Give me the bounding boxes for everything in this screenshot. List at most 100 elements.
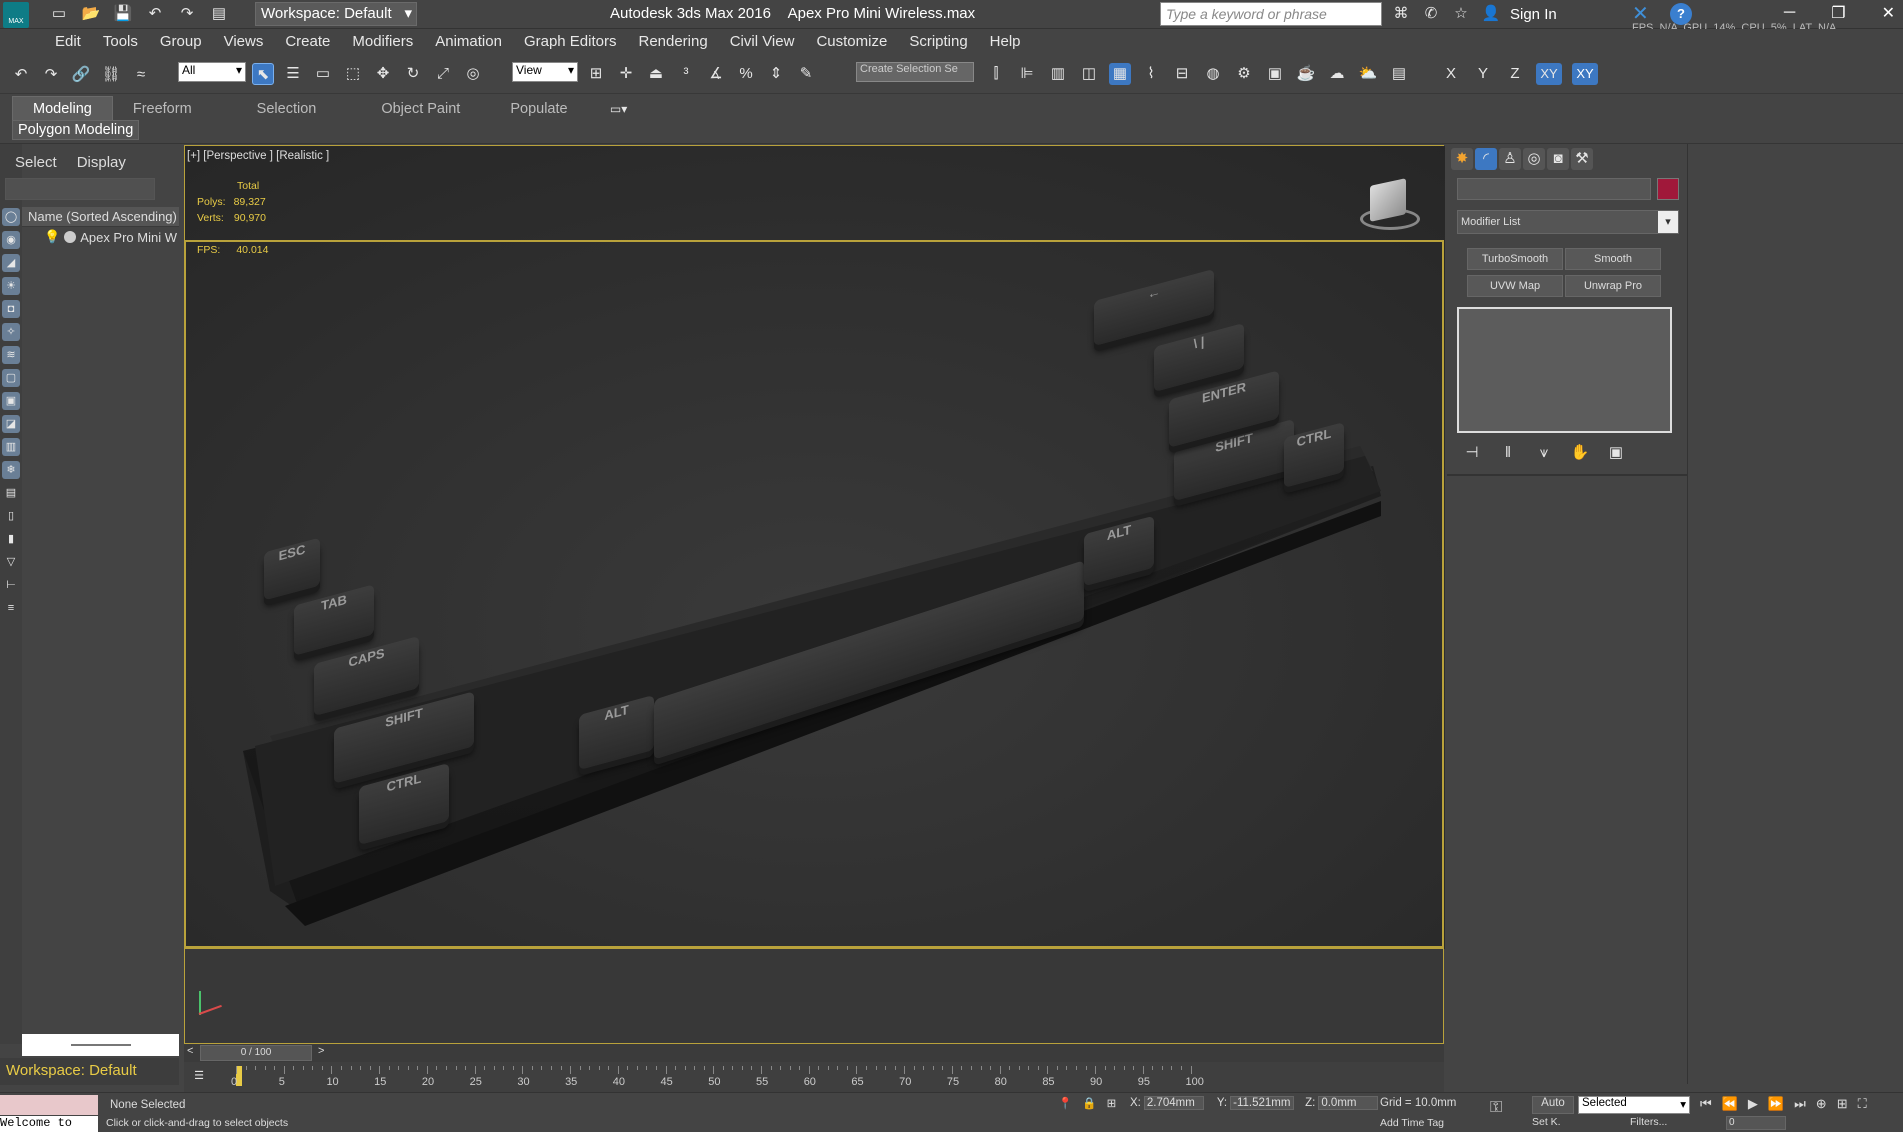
binoculars-icon[interactable]: ⌘ — [1390, 3, 1412, 25]
scene-object-row[interactable]: 💡 Apex Pro Mini W — [44, 229, 177, 245]
display-cameras-icon[interactable]: ◘ — [2, 300, 20, 318]
angle-snap-icon[interactable]: ∡ — [705, 63, 727, 85]
render-cloud-icon[interactable]: ⛅ — [1357, 63, 1379, 85]
scrollbar-thumb[interactable] — [70, 1044, 131, 1046]
window-crossing-icon[interactable]: ⬚ — [342, 63, 364, 85]
rotate-icon[interactable]: ↻ — [402, 63, 424, 85]
axis-xy-button[interactable]: XY — [1536, 63, 1562, 85]
display-all-icon[interactable]: ▤ — [2, 484, 20, 502]
turbosmooth-button-label[interactable]: TurboSmooth — [1467, 248, 1563, 270]
app-logo[interactable]: MAX — [3, 2, 29, 28]
play-icon[interactable]: ▶ — [1748, 1096, 1758, 1112]
render-toggle-icon[interactable] — [64, 231, 77, 243]
light-bulb-icon[interactable]: 💡 — [44, 229, 60, 245]
go-to-end-icon[interactable]: ⏭ — [1794, 1096, 1806, 1112]
display-spacewarps-icon[interactable]: ≋ — [2, 346, 20, 364]
select-object-icon[interactable]: ⬉ — [252, 63, 274, 85]
object-name-field[interactable] — [1457, 178, 1651, 200]
redo-icon[interactable]: ↷ — [176, 3, 198, 25]
make-unique-icon[interactable]: ⩛ — [1533, 442, 1555, 464]
align-icon[interactable]: ⊫ — [1016, 63, 1038, 85]
maximize-viewport-icon[interactable]: ⛶ — [1858, 1096, 1867, 1112]
undo-icon[interactable]: ↶ — [144, 3, 166, 25]
selection-lock-icon[interactable]: 🔒 — [1082, 1096, 1096, 1110]
menu-tools[interactable]: Tools — [103, 33, 138, 50]
viewport-label[interactable]: [+] [Perspective ] [Realistic ] — [187, 150, 329, 162]
menu-views[interactable]: Views — [224, 33, 264, 50]
time-prev-icon[interactable]: < — [187, 1045, 193, 1057]
menu-help[interactable]: Help — [990, 33, 1021, 50]
display-none-toggle-icon[interactable]: ▯ — [2, 507, 20, 525]
pivot-center-icon[interactable]: ⊞ — [585, 63, 607, 85]
motion-panel-icon[interactable]: ◎ — [1523, 148, 1545, 170]
minimize-icon[interactable]: ─ — [1784, 4, 1795, 22]
key-icon[interactable]: ⚿ — [1490, 1099, 1502, 1117]
remove-modifier-icon[interactable]: ✋ — [1569, 442, 1591, 464]
workspace-dropdown[interactable]: Workspace: Default ▾ — [255, 2, 417, 26]
axis-z-button[interactable]: Z — [1504, 63, 1526, 85]
absolute-mode-icon[interactable]: ⊞ — [1107, 1096, 1117, 1110]
modify-panel-icon[interactable]: ◜ — [1475, 148, 1497, 170]
snaps-toggle-icon[interactable]: ³ — [675, 63, 697, 85]
turbosmooth-button[interactable]: TurboSmooth — [1467, 248, 1563, 270]
layer-explorer-icon[interactable]: ◫ — [1078, 63, 1100, 85]
communication-icon[interactable]: ✆ — [1420, 3, 1442, 25]
select-by-name-icon[interactable]: ☰ — [282, 63, 304, 85]
maxscript-listener[interactable] — [0, 1095, 98, 1115]
media-browser-icon[interactable]: ▤ — [1388, 63, 1410, 85]
menu-group[interactable]: Group — [160, 33, 202, 50]
object-color-swatch[interactable] — [1657, 178, 1679, 200]
unwrap-pro-button[interactable]: Unwrap Pro — [1565, 275, 1661, 297]
polygon-modeling-panel[interactable]: Polygon Modeling — [12, 120, 140, 140]
tab-modeling[interactable]: Modeling — [12, 96, 113, 121]
pin-stack-icon[interactable]: ⊣ — [1461, 442, 1483, 464]
menu-modifiers[interactable]: Modifiers — [352, 33, 413, 50]
add-time-tag[interactable]: Add Time Tag — [1380, 1117, 1444, 1129]
zoom-icon[interactable]: ⊕ — [1816, 1096, 1827, 1112]
menu-rendering[interactable]: Rendering — [638, 33, 707, 50]
next-frame-icon[interactable]: ⏩ — [1768, 1096, 1784, 1112]
display-shapes-icon[interactable]: ◢ — [2, 254, 20, 272]
render-setup-icon[interactable]: ⚙ — [1233, 63, 1255, 85]
placement-icon[interactable]: ◎ — [462, 63, 484, 85]
modifier-list-dropdown[interactable]: Modifier List ▾ — [1457, 210, 1679, 234]
open-file-icon[interactable]: 📂 — [80, 3, 102, 25]
set-key-button[interactable]: Set K. — [1532, 1116, 1561, 1128]
display-bones-icon[interactable]: ◪ — [2, 415, 20, 433]
time-next-icon[interactable]: > — [318, 1045, 324, 1057]
axis-xy-cycle-button[interactable]: XY — [1572, 63, 1598, 85]
key-filters-button[interactable]: Filters... — [1630, 1116, 1667, 1128]
menu-civil-view[interactable]: Civil View — [730, 33, 795, 50]
rect-selection-icon[interactable]: ▭ — [312, 63, 334, 85]
move-icon[interactable]: ✥ — [372, 63, 394, 85]
time-slider[interactable]: < 0 / 100 > — [184, 1044, 1444, 1062]
scene-search-input[interactable] — [5, 178, 155, 200]
key-filter-select[interactable]: Selected ▾ — [1578, 1096, 1690, 1114]
reference-coord-select[interactable]: View ▾ — [512, 62, 578, 82]
configure-modifier-sets-icon[interactable]: ▣ — [1605, 442, 1627, 464]
scene-tab-display[interactable]: Display — [77, 154, 126, 171]
keyboard-shortcut-icon[interactable]: ⏏ — [645, 63, 667, 85]
named-selection-set[interactable]: Create Selection Se — [856, 62, 974, 82]
display-helpers-icon[interactable]: ✧ — [2, 323, 20, 341]
auto-key-button[interactable]: Auto — [1532, 1096, 1574, 1114]
curve-editor-icon[interactable]: ⌇ — [1140, 63, 1162, 85]
hierarchy-panel-icon[interactable]: ♙ — [1499, 148, 1521, 170]
go-to-start-icon[interactable]: ⏮ — [1700, 1096, 1712, 1112]
display-geometry-icon[interactable]: ◉ — [2, 231, 20, 249]
undo-icon[interactable]: ↶ — [10, 64, 32, 86]
workspace-label[interactable]: Workspace: Default — [0, 1058, 179, 1085]
rendered-frame-icon[interactable]: ▣ — [1264, 63, 1286, 85]
zoom-all-icon[interactable]: ⊞ — [1837, 1096, 1848, 1112]
hierarchy-icon[interactable]: ⊢ — [2, 576, 20, 594]
mini-curve-editor-icon[interactable]: ☰ — [188, 1065, 210, 1087]
track-bar[interactable]: ☰ 0 5 10 15 20 25 30 35 40 45 50 55 60 65 70 75 80 85 90 95… — [184, 1062, 1444, 1092]
scene-tab-select[interactable]: Select — [15, 154, 57, 171]
current-frame-field[interactable]: 0 — [1726, 1116, 1786, 1130]
display-panel-icon[interactable]: ◙ — [1547, 148, 1569, 170]
menu-animation[interactable]: Animation — [435, 33, 502, 50]
uvw-map-button[interactable]: UVW Map — [1467, 275, 1563, 297]
y-coord-field[interactable]: -11.521mm — [1230, 1096, 1295, 1110]
z-coord-field[interactable]: 0.0mm — [1318, 1096, 1379, 1110]
create-panel-icon[interactable]: ✸ — [1451, 148, 1473, 170]
